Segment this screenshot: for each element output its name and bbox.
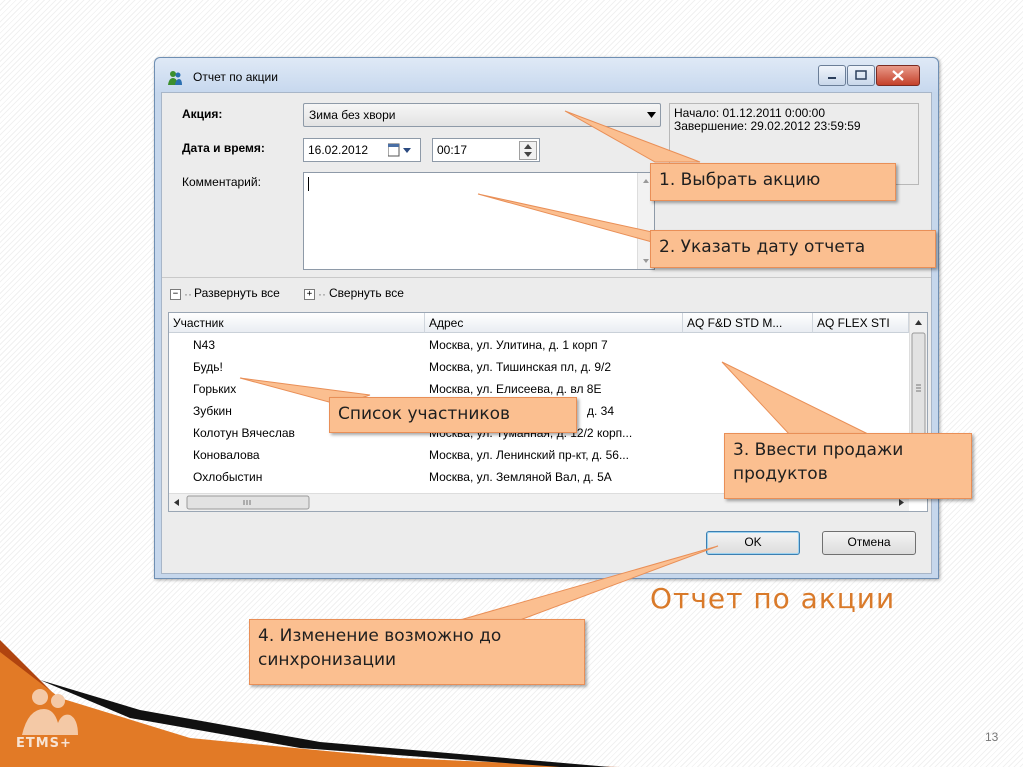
callout-report-date: 2. Указать дату отчета bbox=[650, 230, 936, 268]
callout-select-promo: 1. Выбрать акцию bbox=[650, 163, 896, 201]
callout-enter-sales: 3. Ввести продажи продуктов bbox=[724, 433, 972, 499]
page-number: 13 bbox=[985, 730, 999, 744]
callout-sync-note: 4. Изменение возможно до синхронизации bbox=[249, 619, 585, 685]
callout-participants-list: Список участников bbox=[329, 397, 577, 433]
slide-title: Отчет по акции bbox=[650, 582, 896, 615]
